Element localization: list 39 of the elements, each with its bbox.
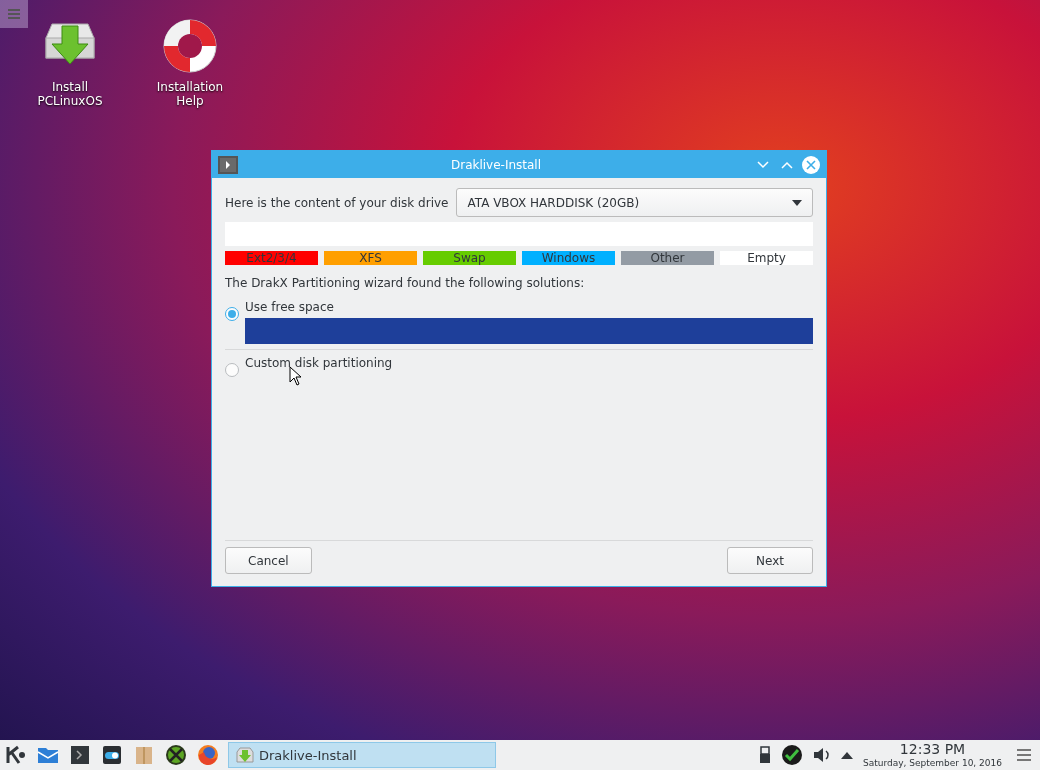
legend-item: Swap	[423, 251, 516, 265]
legend-item: Ext2/3/4	[225, 251, 318, 265]
taskbar-task[interactable]: Draklive-Install	[228, 742, 496, 768]
chevron-up-icon	[781, 160, 793, 169]
option-label[interactable]: Custom disk partitioning	[245, 356, 813, 370]
legend-item: Empty	[720, 251, 813, 265]
arrow-up-icon	[841, 751, 854, 759]
launcher-button[interactable]	[100, 743, 124, 767]
close-icon	[802, 155, 820, 174]
legend-item: Other	[621, 251, 714, 265]
launcher-button[interactable]	[68, 743, 92, 767]
desktop-icon-label[interactable]: Installation Help	[150, 80, 230, 108]
chevron-down-icon	[757, 160, 769, 169]
mouse-pointer-icon	[289, 366, 301, 386]
radio-button[interactable]	[225, 307, 239, 321]
dropdown-arrow-icon	[792, 199, 802, 206]
window-title: Draklive-Install	[449, 157, 543, 172]
terminal-icon	[68, 743, 92, 767]
toggle-switch-icon	[100, 743, 124, 767]
menu-icon	[1017, 749, 1031, 761]
disk-dropdown[interactable]: ATA VBOX HARDDISK (20GB)	[456, 188, 813, 217]
close-button[interactable]	[802, 155, 820, 174]
cancel-button[interactable]: Cancel	[225, 547, 312, 574]
next-button[interactable]: Next	[727, 547, 813, 574]
legend-item: XFS	[324, 251, 417, 265]
clock-date: Saturday, September 10, 2016	[863, 756, 1002, 770]
usb-drive-icon	[759, 746, 772, 764]
radio-button[interactable]	[225, 363, 239, 377]
option-label[interactable]: Use free space	[245, 300, 813, 314]
menu-icon	[8, 9, 20, 19]
desktop-icon-label[interactable]: Install PCLinuxOS	[30, 80, 110, 108]
app-icon	[218, 155, 238, 174]
disk-label: Here is the content of your disk drive	[225, 195, 449, 210]
checkmark-icon	[781, 744, 804, 766]
drive-download-icon	[235, 746, 255, 764]
solutions-label: The DrakX Partitioning wizard found the following solutions:	[225, 276, 586, 290]
speaker-icon	[813, 747, 832, 763]
legend-item: Windows	[522, 251, 615, 265]
clock-time: 12:33 PM	[899, 740, 966, 757]
